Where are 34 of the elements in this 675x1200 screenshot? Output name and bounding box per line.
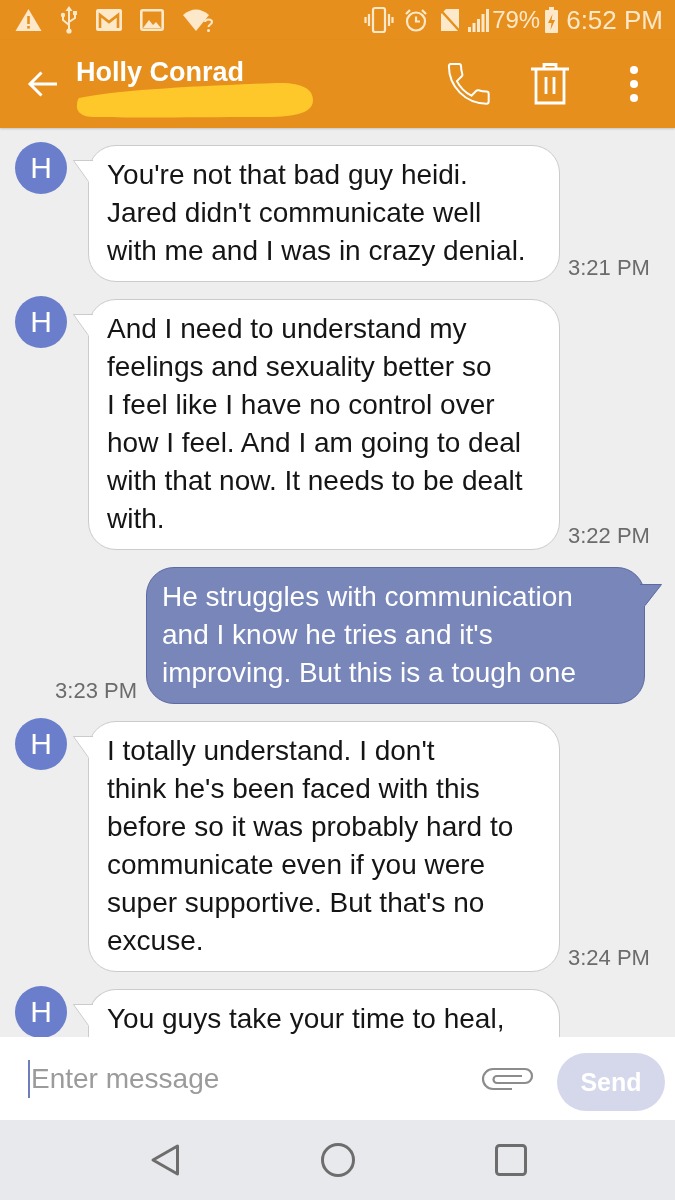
message-text: He struggles with communication and I know he tries and it's improving. But this is a tough one: [162, 580, 577, 690]
message-text: You guys take your time to heal,: [107, 1002, 506, 1036]
phone-icon: [446, 63, 492, 105]
signal-icon: [468, 8, 491, 32]
message-time: 3:22 PM: [568, 523, 650, 549]
vibrate-icon: [364, 6, 395, 34]
square-icon: [494, 1144, 527, 1176]
alarm-icon: [404, 8, 429, 32]
warning-icon: [15, 8, 42, 32]
message-time: 3:24 PM: [568, 945, 650, 971]
message-time: 3:21 PM: [568, 255, 650, 281]
message-input[interactable]: Enter message: [30, 1058, 469, 1099]
arrow-left-icon: [26, 70, 58, 98]
circle-icon: [320, 1143, 355, 1177]
battery-percentage: 79%: [492, 6, 541, 34]
message-text: And I need to understand my feelings and sexuality better so I feel like I have no control over how I feel. And I am going to deal with that now. It needs to be dealt with.: [107, 312, 524, 536]
wifi-icon: [182, 7, 214, 33]
contact-avatar: H: [15, 718, 67, 770]
contact-avatar: H: [15, 142, 67, 194]
vertical-dots-icon: [628, 65, 640, 103]
message-time: 3:23 PM: [55, 678, 137, 704]
no-sim-icon: [440, 8, 461, 32]
trash-icon: [530, 63, 570, 105]
contact-name: Holly Conrad: [76, 56, 245, 88]
image-icon: [140, 9, 164, 31]
triangle-icon: [149, 1143, 180, 1177]
usb-icon: [60, 6, 78, 34]
contact-avatar: H: [15, 986, 67, 1037]
status-time: 6:52 PM: [566, 5, 663, 35]
message-text: I totally understand. I don't think he's been faced with this before so it was probably hard to communicate even if you were super supportive. But that's no excuse.: [107, 734, 515, 958]
message-text: You're not that bad guy heidi. Jared didn't communicate well with me and I was in crazy denial.: [107, 158, 527, 268]
contact-avatar: H: [15, 296, 67, 348]
battery-charging-icon: [545, 7, 559, 33]
mail-icon: [96, 9, 122, 31]
